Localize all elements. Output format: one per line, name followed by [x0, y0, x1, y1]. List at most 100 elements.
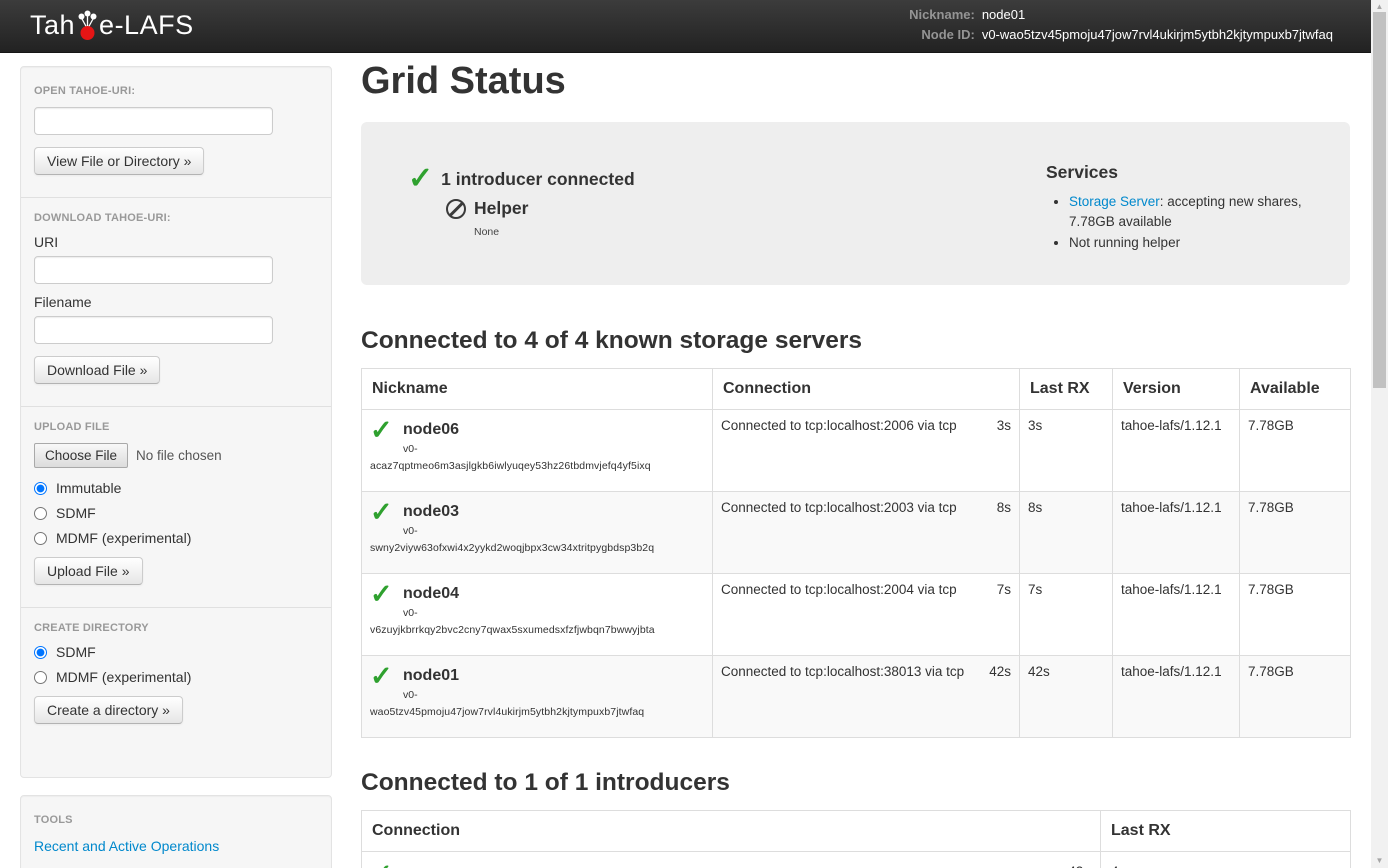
- server-connected-check-icon: ✓: [370, 664, 403, 688]
- col-version: Version: [1113, 369, 1240, 410]
- col-available: Available: [1240, 369, 1351, 410]
- open-uri-input[interactable]: [34, 107, 273, 135]
- col-nickname: Nickname: [362, 369, 713, 410]
- format-radio-label: MDMF (experimental): [56, 530, 191, 546]
- recent-operations-link[interactable]: Recent and Active Operations: [34, 838, 219, 854]
- format-radio-input[interactable]: [34, 646, 47, 659]
- connection-cell: Connected to tcp:localhost:38013 via tcp…: [713, 656, 1020, 738]
- introducers-table-header-row: Connection Last RX: [362, 811, 1351, 852]
- server-nickname: node03: [403, 503, 459, 521]
- create-directory-label: CREATE DIRECTORY: [34, 622, 318, 634]
- introducers-heading: Connected to 1 of 1 introducers: [361, 768, 1350, 798]
- server-connected-check-icon: ✓: [370, 582, 403, 606]
- col-last-rx: Last RX: [1101, 811, 1351, 852]
- status-block: ✓ 1 introducer connected Helper None: [408, 166, 635, 238]
- connection-time: 3s: [997, 418, 1011, 433]
- page-title: Grid Status: [361, 60, 1350, 102]
- upload-file-button[interactable]: Upload File »: [34, 557, 143, 585]
- tools-label: TOOLS: [34, 814, 318, 826]
- table-row: ✓ Connected to tcp:localhost:39165 via t…: [362, 852, 1351, 868]
- connection-cell: ✓ Connected to tcp:localhost:39165 via t…: [362, 852, 1101, 868]
- col-connection: Connection: [713, 369, 1020, 410]
- service-link[interactable]: Storage Server: [1069, 194, 1160, 209]
- create-directory-button[interactable]: Create a directory »: [34, 696, 183, 724]
- filename-field-label: Filename: [34, 294, 318, 310]
- connection-time: 42s: [1068, 864, 1090, 868]
- connection-time: 7s: [997, 582, 1011, 597]
- format-radio-input[interactable]: [34, 507, 47, 520]
- services-block: Services Storage Server: accepting new s…: [1046, 162, 1356, 255]
- upload-format-radio-group: Immutable SDMF MDMF (experimental): [34, 480, 318, 546]
- sidebar-divider: [21, 406, 331, 407]
- version-cell: tahoe-lafs/1.12.1: [1113, 492, 1240, 574]
- view-file-button[interactable]: View File or Directory »: [34, 147, 204, 175]
- services-title: Services: [1046, 162, 1356, 183]
- server-nodeid-prefix: v0-: [403, 606, 704, 620]
- top-navbar: Tah e-LAFS Nickname: node01 Node ID: v0-…: [0, 0, 1371, 53]
- last-rx-cell: 3s: [1020, 410, 1113, 492]
- tahoe-lafs-logo: Tah e-LAFS: [30, 9, 194, 41]
- download-file-button[interactable]: Download File »: [34, 356, 160, 384]
- nickname-cell: ✓ node01 v0- wao5tzv45pmoju47jow7rvl4uki…: [362, 656, 713, 738]
- sidebar-controls-panel: OPEN TAHOE-URI: View File or Directory »…: [20, 66, 332, 778]
- nickname-cell: ✓ node06 v0- acaz7qptmeo6m3asjlgkb6iwlyu…: [362, 410, 713, 492]
- server-nodeid: v6zuyjkbrrkqy2bvc2cny7qwax5sxumedsxfzfjw…: [370, 623, 704, 637]
- connection-cell: Connected to tcp:localhost:2003 via tcp …: [713, 492, 1020, 574]
- storage-servers-heading: Connected to 4 of 4 known storage server…: [361, 326, 1350, 356]
- sidebar-divider: [21, 197, 331, 198]
- server-nickname: node04: [403, 585, 459, 603]
- nickname-label: Nickname:: [909, 7, 975, 23]
- connection-cell: Connected to tcp:localhost:2006 via tcp …: [713, 410, 1020, 492]
- format-radio-option[interactable]: SDMF: [34, 505, 318, 521]
- format-radio-label: Immutable: [56, 480, 121, 496]
- scrollbar-thumb[interactable]: [1373, 12, 1386, 388]
- logo-text-prefix: Tah: [30, 10, 75, 41]
- nickname-cell: ✓ node04 v0- v6zuyjkbrrkqy2bvc2cny7qwax5…: [362, 574, 713, 656]
- format-radio-option[interactable]: Immutable: [34, 480, 318, 496]
- download-uri-input[interactable]: [34, 256, 273, 284]
- page-scrollbar[interactable]: ▲ ▼: [1371, 0, 1388, 868]
- connection-time: 8s: [997, 500, 1011, 515]
- last-rx-cell: 42s: [1020, 656, 1113, 738]
- server-nickname: node06: [403, 421, 459, 439]
- available-cell: 7.78GB: [1240, 656, 1351, 738]
- format-radio-option[interactable]: MDMF (experimental): [34, 669, 318, 685]
- connection-time: 42s: [989, 664, 1011, 679]
- format-radio-input[interactable]: [34, 532, 47, 545]
- connection-text: Connected to tcp:localhost:2004 via tcp: [721, 582, 957, 597]
- server-nodeid-prefix: v0-: [403, 688, 704, 702]
- format-radio-input[interactable]: [34, 671, 47, 684]
- choose-file-button[interactable]: Choose File: [34, 443, 128, 468]
- scrollbar-down-arrow[interactable]: ▼: [1371, 854, 1388, 868]
- server-nodeid: acaz7qptmeo6m3asjlgkb6iwlyuqey53hz26tbdm…: [370, 459, 704, 473]
- format-radio-option[interactable]: MDMF (experimental): [34, 530, 318, 546]
- node-info: Nickname: node01 Node ID: v0-wao5tzv45pm…: [909, 7, 1333, 43]
- server-nickname: node01: [403, 667, 459, 685]
- no-helper-icon: [446, 199, 466, 219]
- mkdir-format-radio-group: SDMF MDMF (experimental): [34, 644, 318, 685]
- node-id-value: v0-wao5tzv45pmoju47jow7rvl4ukirjm5ytbh2k…: [982, 27, 1333, 43]
- node-id-label: Node ID:: [909, 27, 975, 43]
- service-text: Not running helper: [1069, 235, 1180, 250]
- connection-text: Connected to tcp:localhost:2003 via tcp: [721, 500, 957, 515]
- format-radio-label: SDMF: [56, 505, 96, 521]
- format-radio-input[interactable]: [34, 482, 47, 495]
- main-content: Grid Status ✓ 1 introducer connected Hel…: [361, 55, 1350, 868]
- introducer-status-text: 1 introducer connected: [441, 169, 635, 190]
- service-item: Not running helper: [1069, 233, 1346, 253]
- server-nodeid: swny2viyw63ofxwi4x2yykd2woqjbpx3cw34xtri…: [370, 541, 704, 555]
- connected-check-icon: ✓: [408, 166, 433, 192]
- table-row: ✓ node04 v0- v6zuyjkbrrkqy2bvc2cny7qwax5…: [362, 574, 1351, 656]
- service-item: Storage Server: accepting new shares, 7.…: [1069, 192, 1346, 231]
- version-cell: tahoe-lafs/1.12.1: [1113, 656, 1240, 738]
- table-row: ✓ node03 v0- swny2viyw63ofxwi4x2yykd2woq…: [362, 492, 1351, 574]
- col-connection: Connection: [362, 811, 1101, 852]
- nickname-cell: ✓ node03 v0- swny2viyw63ofxwi4x2yykd2woq…: [362, 492, 713, 574]
- last-rx-cell: 4s: [1101, 852, 1351, 868]
- file-chosen-status: No file chosen: [136, 448, 222, 463]
- storage-servers-table: Nickname Connection Last RX Version Avai…: [361, 368, 1351, 738]
- filename-input[interactable]: [34, 316, 273, 344]
- format-radio-option[interactable]: SDMF: [34, 644, 318, 660]
- storage-table-header-row: Nickname Connection Last RX Version Avai…: [362, 369, 1351, 410]
- helper-label: Helper: [474, 198, 528, 219]
